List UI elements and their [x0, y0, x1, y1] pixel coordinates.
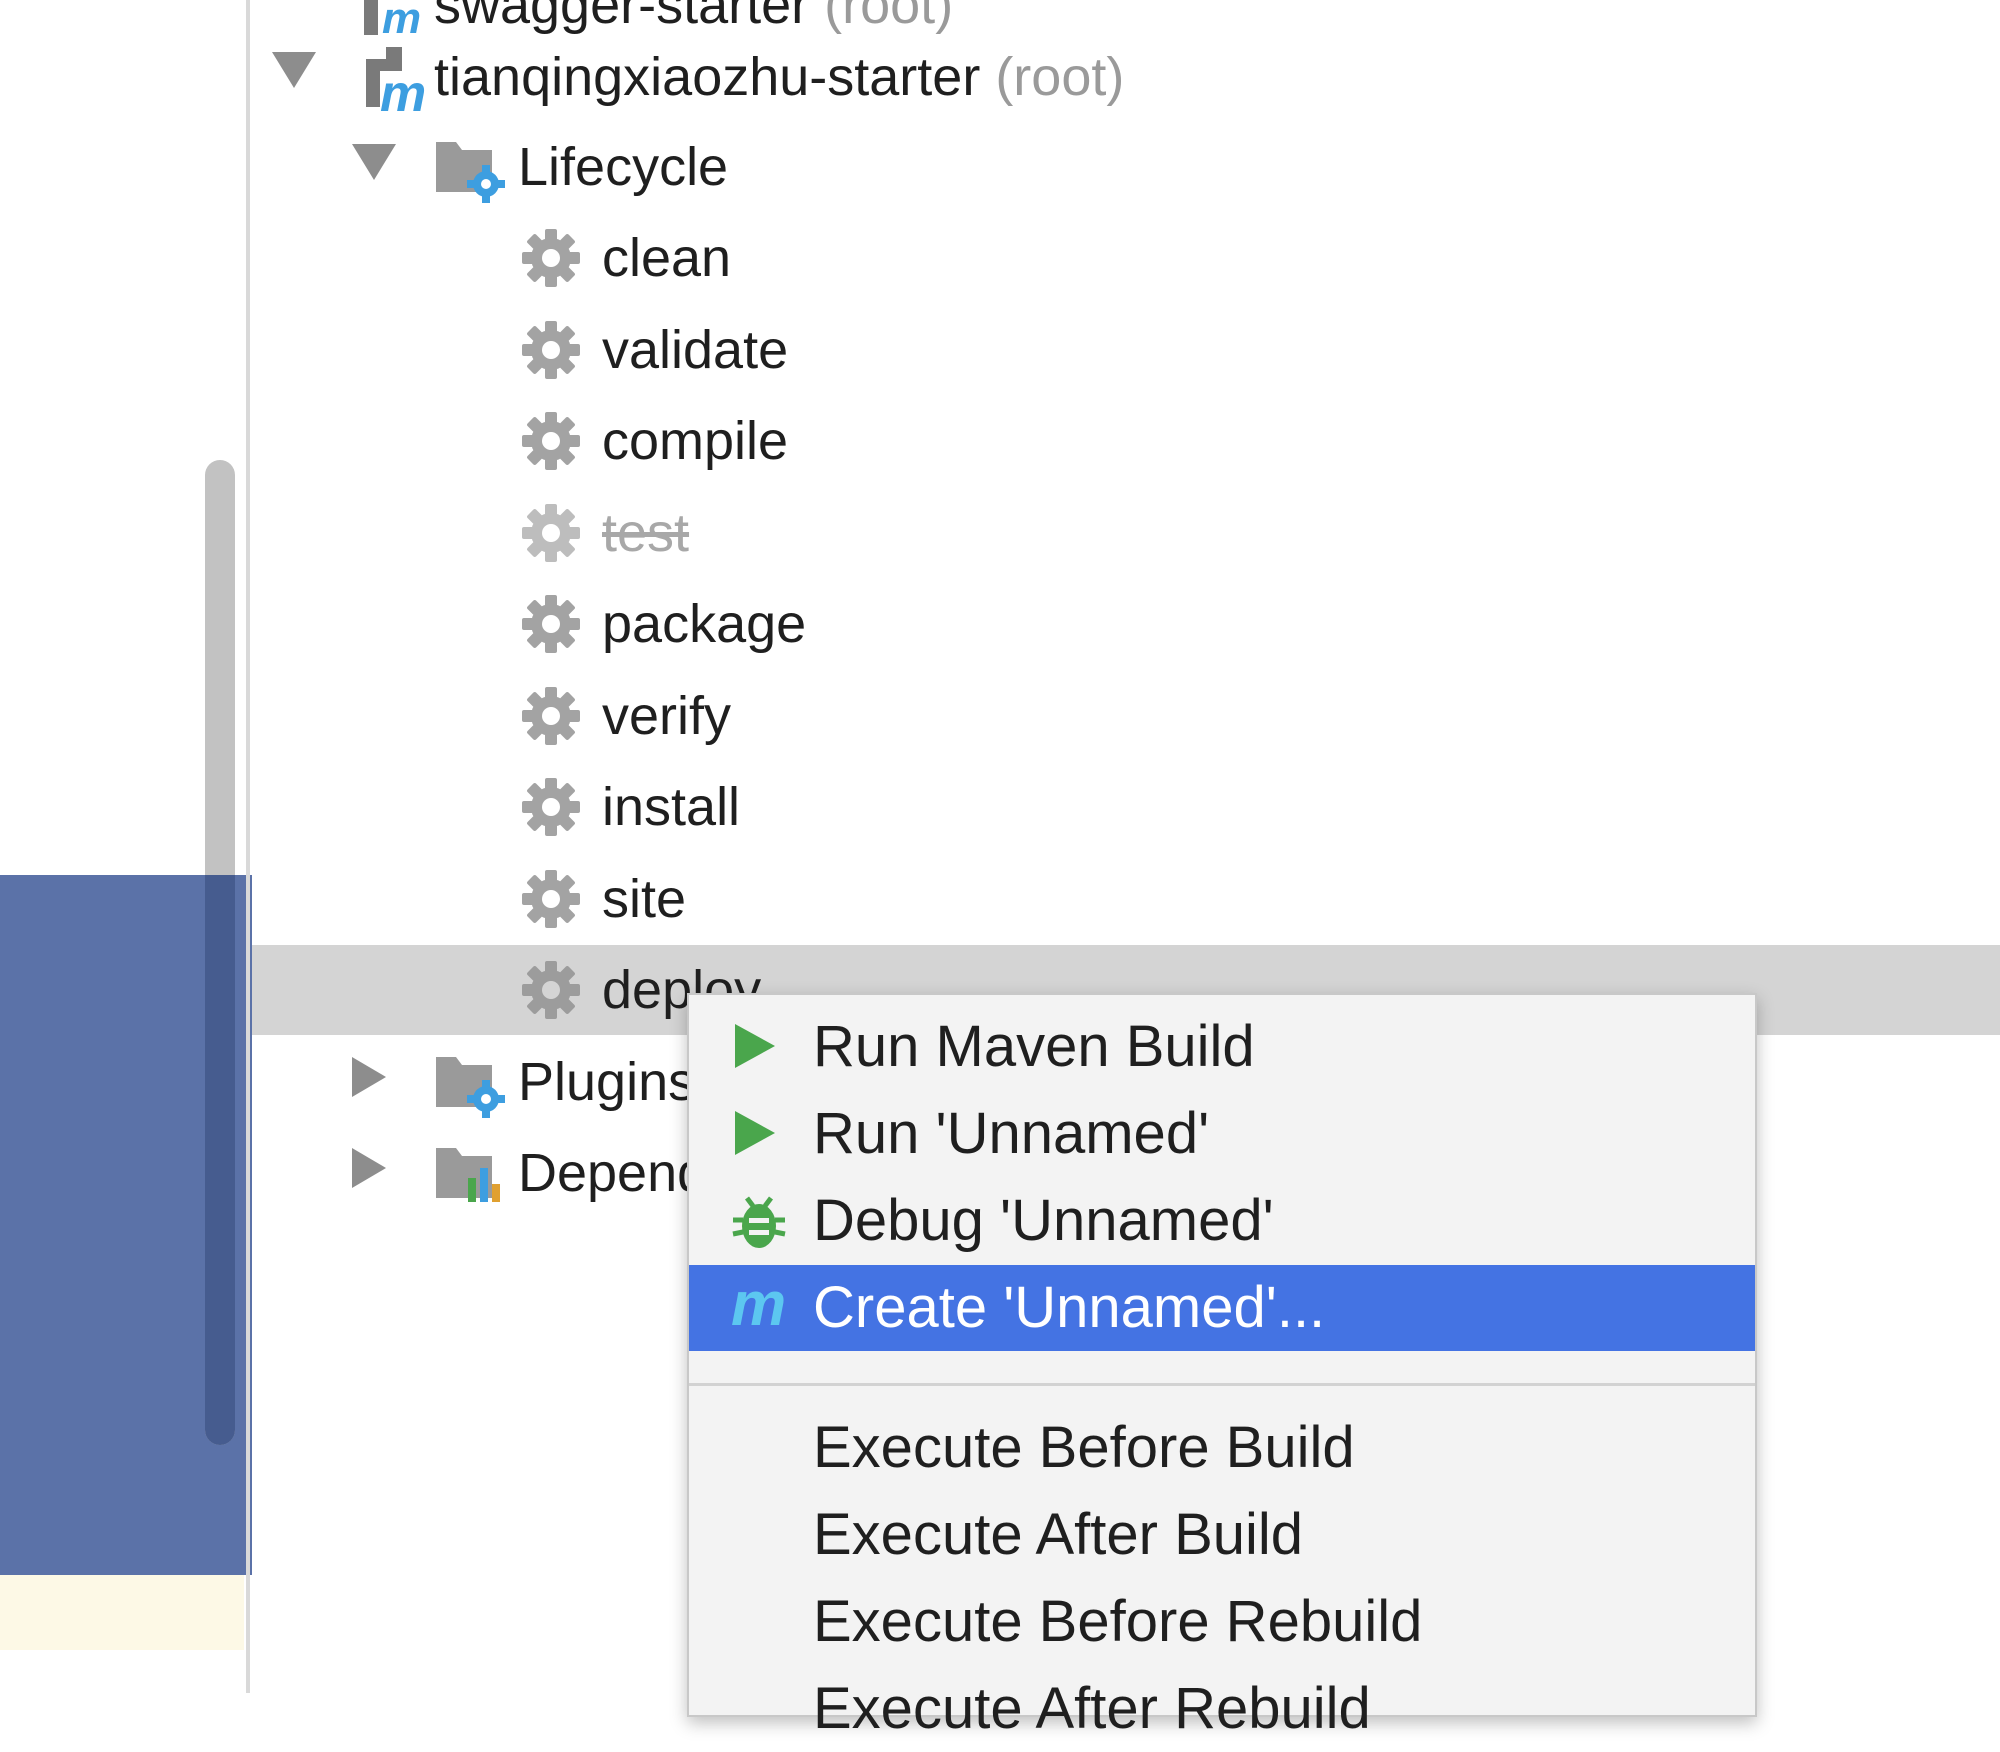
- menu-item-label: Run 'Unnamed': [813, 1101, 1210, 1166]
- phase-label: clean: [602, 228, 732, 288]
- debug-icon: [732, 1196, 786, 1248]
- dependencies-folder-icon: [436, 1148, 500, 1202]
- gear-icon: [522, 412, 580, 470]
- tree-row-phase-package[interactable]: package: [252, 579, 2000, 669]
- context-menu: Run Maven Build Run 'Unnamed' Debug 'Unn…: [687, 993, 1757, 1739]
- phase-label-skipped: test: [602, 503, 690, 563]
- gear-icon: [522, 595, 580, 653]
- gear-icon: [522, 778, 580, 836]
- plugins-folder-icon: [436, 1057, 505, 1118]
- lifecycle-label: Lifecycle: [518, 137, 729, 197]
- maven-icon: m: [731, 1275, 786, 1335]
- plugins-label: Plugins: [518, 1052, 696, 1112]
- tree-label: swagger-starter (root): [434, 0, 954, 35]
- expand-arrow-icon[interactable]: [352, 1057, 386, 1097]
- menu-item-execute-after-build[interactable]: Execute After Build: [689, 1492, 1755, 1578]
- maven-module-icon: m: [366, 47, 426, 113]
- menu-separator: [689, 1383, 1755, 1386]
- menu-item-run-unnamed[interactable]: Run 'Unnamed': [689, 1091, 1755, 1177]
- tree-row-phase-install[interactable]: install: [252, 762, 2000, 852]
- svg-text:m: m: [380, 65, 426, 113]
- phase-label: validate: [602, 320, 789, 380]
- menu-item-label: Execute Before Rebuild: [813, 1589, 1423, 1654]
- menu-item-label: Execute After Build: [813, 1502, 1304, 1567]
- gear-icon: [522, 504, 580, 562]
- menu-item-create-unnamed[interactable]: m Create 'Unnamed'...: [689, 1265, 1755, 1351]
- gear-icon: [522, 321, 580, 379]
- expand-arrow-icon[interactable]: [272, 52, 316, 88]
- tree-row-project[interactable]: m tianqingxiaozhu-starter (root): [252, 32, 2000, 122]
- run-icon: [735, 1024, 775, 1068]
- expand-arrow-icon[interactable]: [352, 144, 396, 180]
- menu-item-execute-before-rebuild[interactable]: Execute Before Rebuild: [689, 1579, 1755, 1665]
- maven-module-icon: m: [364, 0, 421, 35]
- gear-icon: [522, 229, 580, 287]
- menu-item-label: Execute Before Build: [813, 1415, 1355, 1480]
- gear-icon: [522, 687, 580, 745]
- svg-text:m: m: [382, 0, 421, 35]
- menu-item-label: Debug 'Unnamed': [813, 1188, 1274, 1253]
- lifecycle-folder-icon: [436, 142, 505, 203]
- tree-row-phase-test[interactable]: test: [252, 488, 2000, 578]
- project-name: tianqingxiaozhu-starter (root): [434, 47, 1125, 107]
- tree-row-phase-site[interactable]: site: [252, 854, 2000, 944]
- menu-item-execute-before-build[interactable]: Execute Before Build: [689, 1405, 1755, 1491]
- phase-label: verify: [602, 686, 732, 746]
- menu-item-label: Create 'Unnamed'...: [813, 1275, 1326, 1340]
- phase-label: install: [602, 777, 741, 837]
- gear-icon: [522, 961, 580, 1019]
- gear-icon: [522, 870, 580, 928]
- tree-row-phase-validate[interactable]: validate: [252, 305, 2000, 395]
- svg-text:m: m: [731, 1275, 786, 1335]
- menu-item-execute-after-rebuild[interactable]: Execute After Rebuild: [689, 1666, 1755, 1752]
- menu-item-label: Execute After Rebuild: [813, 1676, 1371, 1741]
- tree-row-lifecycle[interactable]: Lifecycle: [252, 122, 2000, 212]
- tree-row-phase-compile[interactable]: compile: [252, 396, 2000, 486]
- menu-item-label: Run Maven Build: [813, 1014, 1255, 1079]
- phase-label: site: [602, 869, 687, 929]
- menu-item-run-maven-build[interactable]: Run Maven Build: [689, 1004, 1755, 1090]
- tree-row-phase-verify[interactable]: verify: [252, 671, 2000, 761]
- tree-row-phase-clean[interactable]: clean: [252, 213, 2000, 303]
- scrollbar-thumb-selected[interactable]: [205, 875, 235, 1445]
- run-icon: [735, 1111, 775, 1155]
- tree-row-partial[interactable]: m swagger-starter (root): [252, 0, 2000, 35]
- left-panel-highlight: [0, 1575, 244, 1650]
- phase-label: compile: [602, 411, 789, 471]
- menu-item-debug-unnamed[interactable]: Debug 'Unnamed': [689, 1178, 1755, 1264]
- expand-arrow-icon[interactable]: [352, 1148, 386, 1188]
- panel-divider[interactable]: [246, 0, 250, 1693]
- phase-label: package: [602, 594, 807, 654]
